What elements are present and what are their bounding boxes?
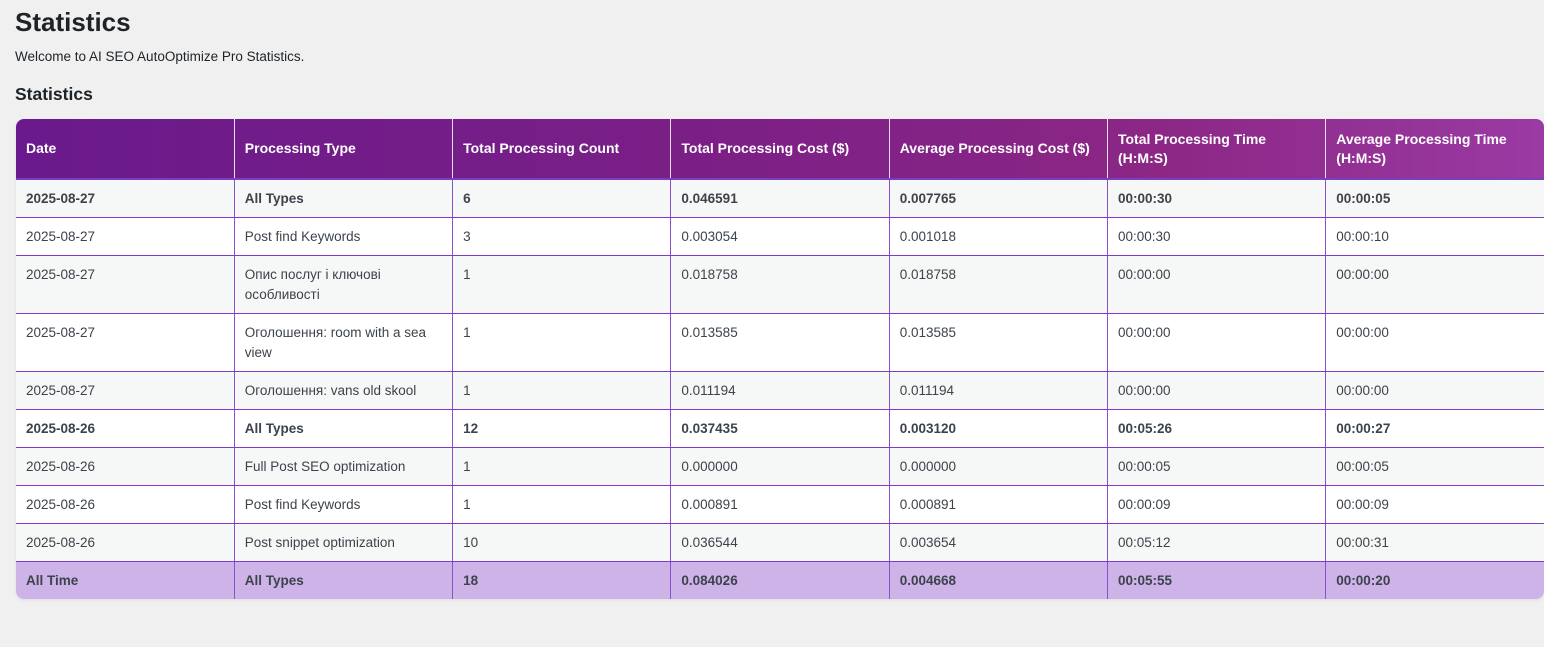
cell-total-count: 18: [452, 561, 672, 599]
cell-total-time: 00:00:00: [1107, 371, 1327, 410]
cell-total-cost: 0.036544: [670, 523, 890, 562]
cell-average-cost: 0.013585: [889, 313, 1108, 372]
cell-average-time: 00:00:05: [1325, 447, 1544, 486]
table-row: 2025-08-27 Post find Keywords 3 0.003054 0.0…: [16, 217, 1544, 256]
table-header: Date Processing Type Total Processing Co…: [16, 119, 1544, 180]
cell-average-time: 00:00:20: [1325, 561, 1544, 599]
cell-total-count: 12: [452, 409, 672, 448]
table-row-day-total: 2025-08-26 All Types 12 0.037435 0.003120 00:…: [16, 409, 1544, 448]
cell-average-time: 00:00:09: [1325, 485, 1544, 524]
cell-date: 2025-08-27: [16, 217, 235, 256]
cell-total-count: 1: [452, 485, 672, 524]
cell-total-time: 00:00:09: [1107, 485, 1327, 524]
page-title: Statistics: [15, 7, 131, 37]
cell-average-cost: 0.011194: [889, 371, 1108, 410]
statistics-table-card: Date Processing Type Total Processing Co…: [16, 119, 1544, 599]
cell-total-time: 00:00:00: [1107, 255, 1327, 314]
table-row: 2025-08-26 Post snippet optimization 10 0.0…: [16, 523, 1544, 562]
cell-processing-type: Post snippet optimization: [234, 523, 454, 562]
table-header-row: Date Processing Type Total Processing Co…: [16, 119, 1544, 180]
cell-total-time: 00:05:26: [1107, 409, 1327, 448]
cell-date: 2025-08-27: [16, 371, 235, 410]
cell-average-cost: 0.000891: [889, 485, 1108, 524]
cell-average-cost: 0.003654: [889, 523, 1108, 562]
intro-text: Welcome to AI SEO AutoOptimize Pro Stati…: [15, 49, 305, 64]
cell-average-time: 00:00:27: [1325, 409, 1544, 448]
table-row: 2025-08-26 Post find Keywords 1 0.000891 0.0…: [16, 485, 1544, 524]
cell-total-time: 00:00:05: [1107, 447, 1327, 486]
cell-total-count: 3: [452, 217, 672, 256]
column-header-average-cost: Average Processing Cost ($): [889, 119, 1108, 180]
cell-average-time: 00:00:00: [1325, 313, 1544, 372]
cell-average-time: 00:00:00: [1325, 255, 1544, 314]
cell-total-cost: 0.011194: [670, 371, 890, 410]
table-row: 2025-08-27 Опис послуг і ключові особливо…: [16, 255, 1544, 314]
cell-average-time: 00:00:00: [1325, 371, 1544, 410]
column-header-total-cost: Total Processing Cost ($): [670, 119, 890, 180]
column-header-processing-type: Processing Type: [234, 119, 454, 180]
column-header-average-time: Average Processing Time (H:M:S): [1325, 119, 1544, 180]
column-header-date: Date: [16, 119, 235, 180]
cell-total-cost: 0.037435: [670, 409, 890, 448]
cell-date: All Time: [16, 561, 235, 599]
cell-processing-type: Post find Keywords: [234, 217, 454, 256]
cell-total-time: 00:05:55: [1107, 561, 1327, 599]
cell-total-count: 1: [452, 371, 672, 410]
cell-total-count: 1: [452, 313, 672, 372]
table-row-all-time: All Time All Types 18 0.084026 0.004668 00:05…: [16, 561, 1544, 599]
table-row: 2025-08-26 Full Post SEO optimization 1 0.0…: [16, 447, 1544, 486]
cell-processing-type: All Types: [234, 179, 454, 218]
cell-average-cost: 0.000000: [889, 447, 1108, 486]
cell-average-time: 00:00:05: [1325, 179, 1544, 218]
cell-total-time: 00:05:12: [1107, 523, 1327, 562]
cell-total-count: 1: [452, 255, 672, 314]
table-row: 2025-08-27 Оголошення: vans old skool 1 0.0…: [16, 371, 1544, 410]
statistics-page: Statistics Welcome to AI SEO AutoOptimiz…: [0, 0, 1544, 647]
cell-date: 2025-08-26: [16, 485, 235, 524]
cell-date: 2025-08-27: [16, 313, 235, 372]
table-body: 2025-08-27 All Types 6 0.046591 0.007765 00:0…: [16, 179, 1544, 599]
column-header-total-time: Total Processing Time (H:M:S): [1107, 119, 1327, 180]
statistics-table: Date Processing Type Total Processing Co…: [16, 119, 1544, 599]
cell-processing-type: All Types: [234, 561, 454, 599]
cell-total-count: 10: [452, 523, 672, 562]
cell-total-count: 6: [452, 179, 672, 218]
cell-processing-type: Оголошення: vans old skool: [234, 371, 454, 410]
cell-total-cost: 0.003054: [670, 217, 890, 256]
cell-total-cost: 0.084026: [670, 561, 890, 599]
column-header-total-count: Total Processing Count: [452, 119, 672, 180]
cell-date: 2025-08-27: [16, 179, 235, 218]
cell-average-cost: 0.004668: [889, 561, 1108, 599]
cell-average-time: 00:00:10: [1325, 217, 1544, 256]
cell-date: 2025-08-26: [16, 447, 235, 486]
cell-average-cost: 0.007765: [889, 179, 1108, 218]
cell-total-time: 00:00:00: [1107, 313, 1327, 372]
cell-total-time: 00:00:30: [1107, 179, 1327, 218]
section-title: Statistics: [15, 84, 93, 104]
cell-processing-type: All Types: [234, 409, 454, 448]
cell-processing-type: Оголошення: room with a sea view: [234, 313, 454, 372]
table-row-day-total: 2025-08-27 All Types 6 0.046591 0.007765 00:0…: [16, 179, 1544, 218]
cell-average-cost: 0.003120: [889, 409, 1108, 448]
cell-total-cost: 0.000891: [670, 485, 890, 524]
cell-total-cost: 0.013585: [670, 313, 890, 372]
cell-processing-type: Опис послуг і ключові особливості: [234, 255, 454, 314]
cell-processing-type: Post find Keywords: [234, 485, 454, 524]
cell-average-cost: 0.018758: [889, 255, 1108, 314]
cell-total-cost: 0.018758: [670, 255, 890, 314]
cell-average-time: 00:00:31: [1325, 523, 1544, 562]
table-row: 2025-08-27 Оголошення: room with a sea vi…: [16, 313, 1544, 372]
cell-date: 2025-08-26: [16, 523, 235, 562]
cell-total-cost: 0.046591: [670, 179, 890, 218]
cell-date: 2025-08-27: [16, 255, 235, 314]
cell-total-count: 1: [452, 447, 672, 486]
cell-total-cost: 0.000000: [670, 447, 890, 486]
cell-date: 2025-08-26: [16, 409, 235, 448]
cell-average-cost: 0.001018: [889, 217, 1108, 256]
cell-total-time: 00:00:30: [1107, 217, 1327, 256]
cell-processing-type: Full Post SEO optimization: [234, 447, 454, 486]
